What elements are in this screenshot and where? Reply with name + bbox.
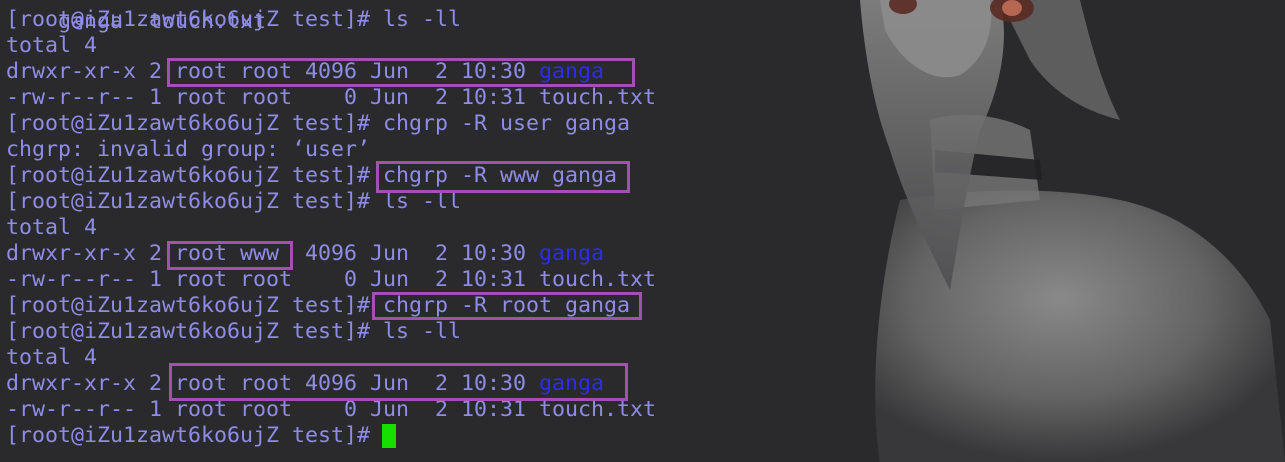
terminal-prompt[interactable]: [root@iZu1zawt6ko6ujZ test]# — [6, 423, 383, 449]
terminal-window[interactable]: ganga touch.txt [root@iZu1zawt6ko6ujZ te… — [0, 0, 1285, 462]
terminal-cursor — [382, 424, 396, 448]
highlight-box — [169, 363, 628, 401]
terminal-line: -rw-r--r-- 1 root root 0 Jun 2 10:31 tou… — [6, 267, 657, 292]
terminal-line: total 4 — [6, 215, 98, 240]
highlight-box — [376, 161, 630, 193]
highlight-box — [167, 241, 293, 270]
terminal-line: [root@iZu1zawt6ko6ujZ test]# ls -ll — [6, 319, 462, 344]
terminal-line: -rw-r--r-- 1 root root 0 Jun 2 10:31 tou… — [6, 85, 657, 110]
terminal-line: [root@iZu1zawt6ko6ujZ test]# ls -ll — [6, 7, 462, 32]
terminal-line: total 4 — [6, 33, 98, 58]
highlight-box — [372, 292, 642, 320]
terminal-line: [root@iZu1zawt6ko6ujZ test]# chgrp -R us… — [6, 111, 631, 136]
terminal-line: total 4 — [6, 345, 98, 370]
terminal-line: drwxr-xr-x 2 root www 4096 Jun 2 10:30 g… — [6, 241, 605, 266]
directory-name: ganga — [539, 241, 605, 266]
highlight-box — [167, 58, 635, 87]
terminal-line-error: chgrp: invalid group: ‘user’ — [6, 137, 371, 162]
